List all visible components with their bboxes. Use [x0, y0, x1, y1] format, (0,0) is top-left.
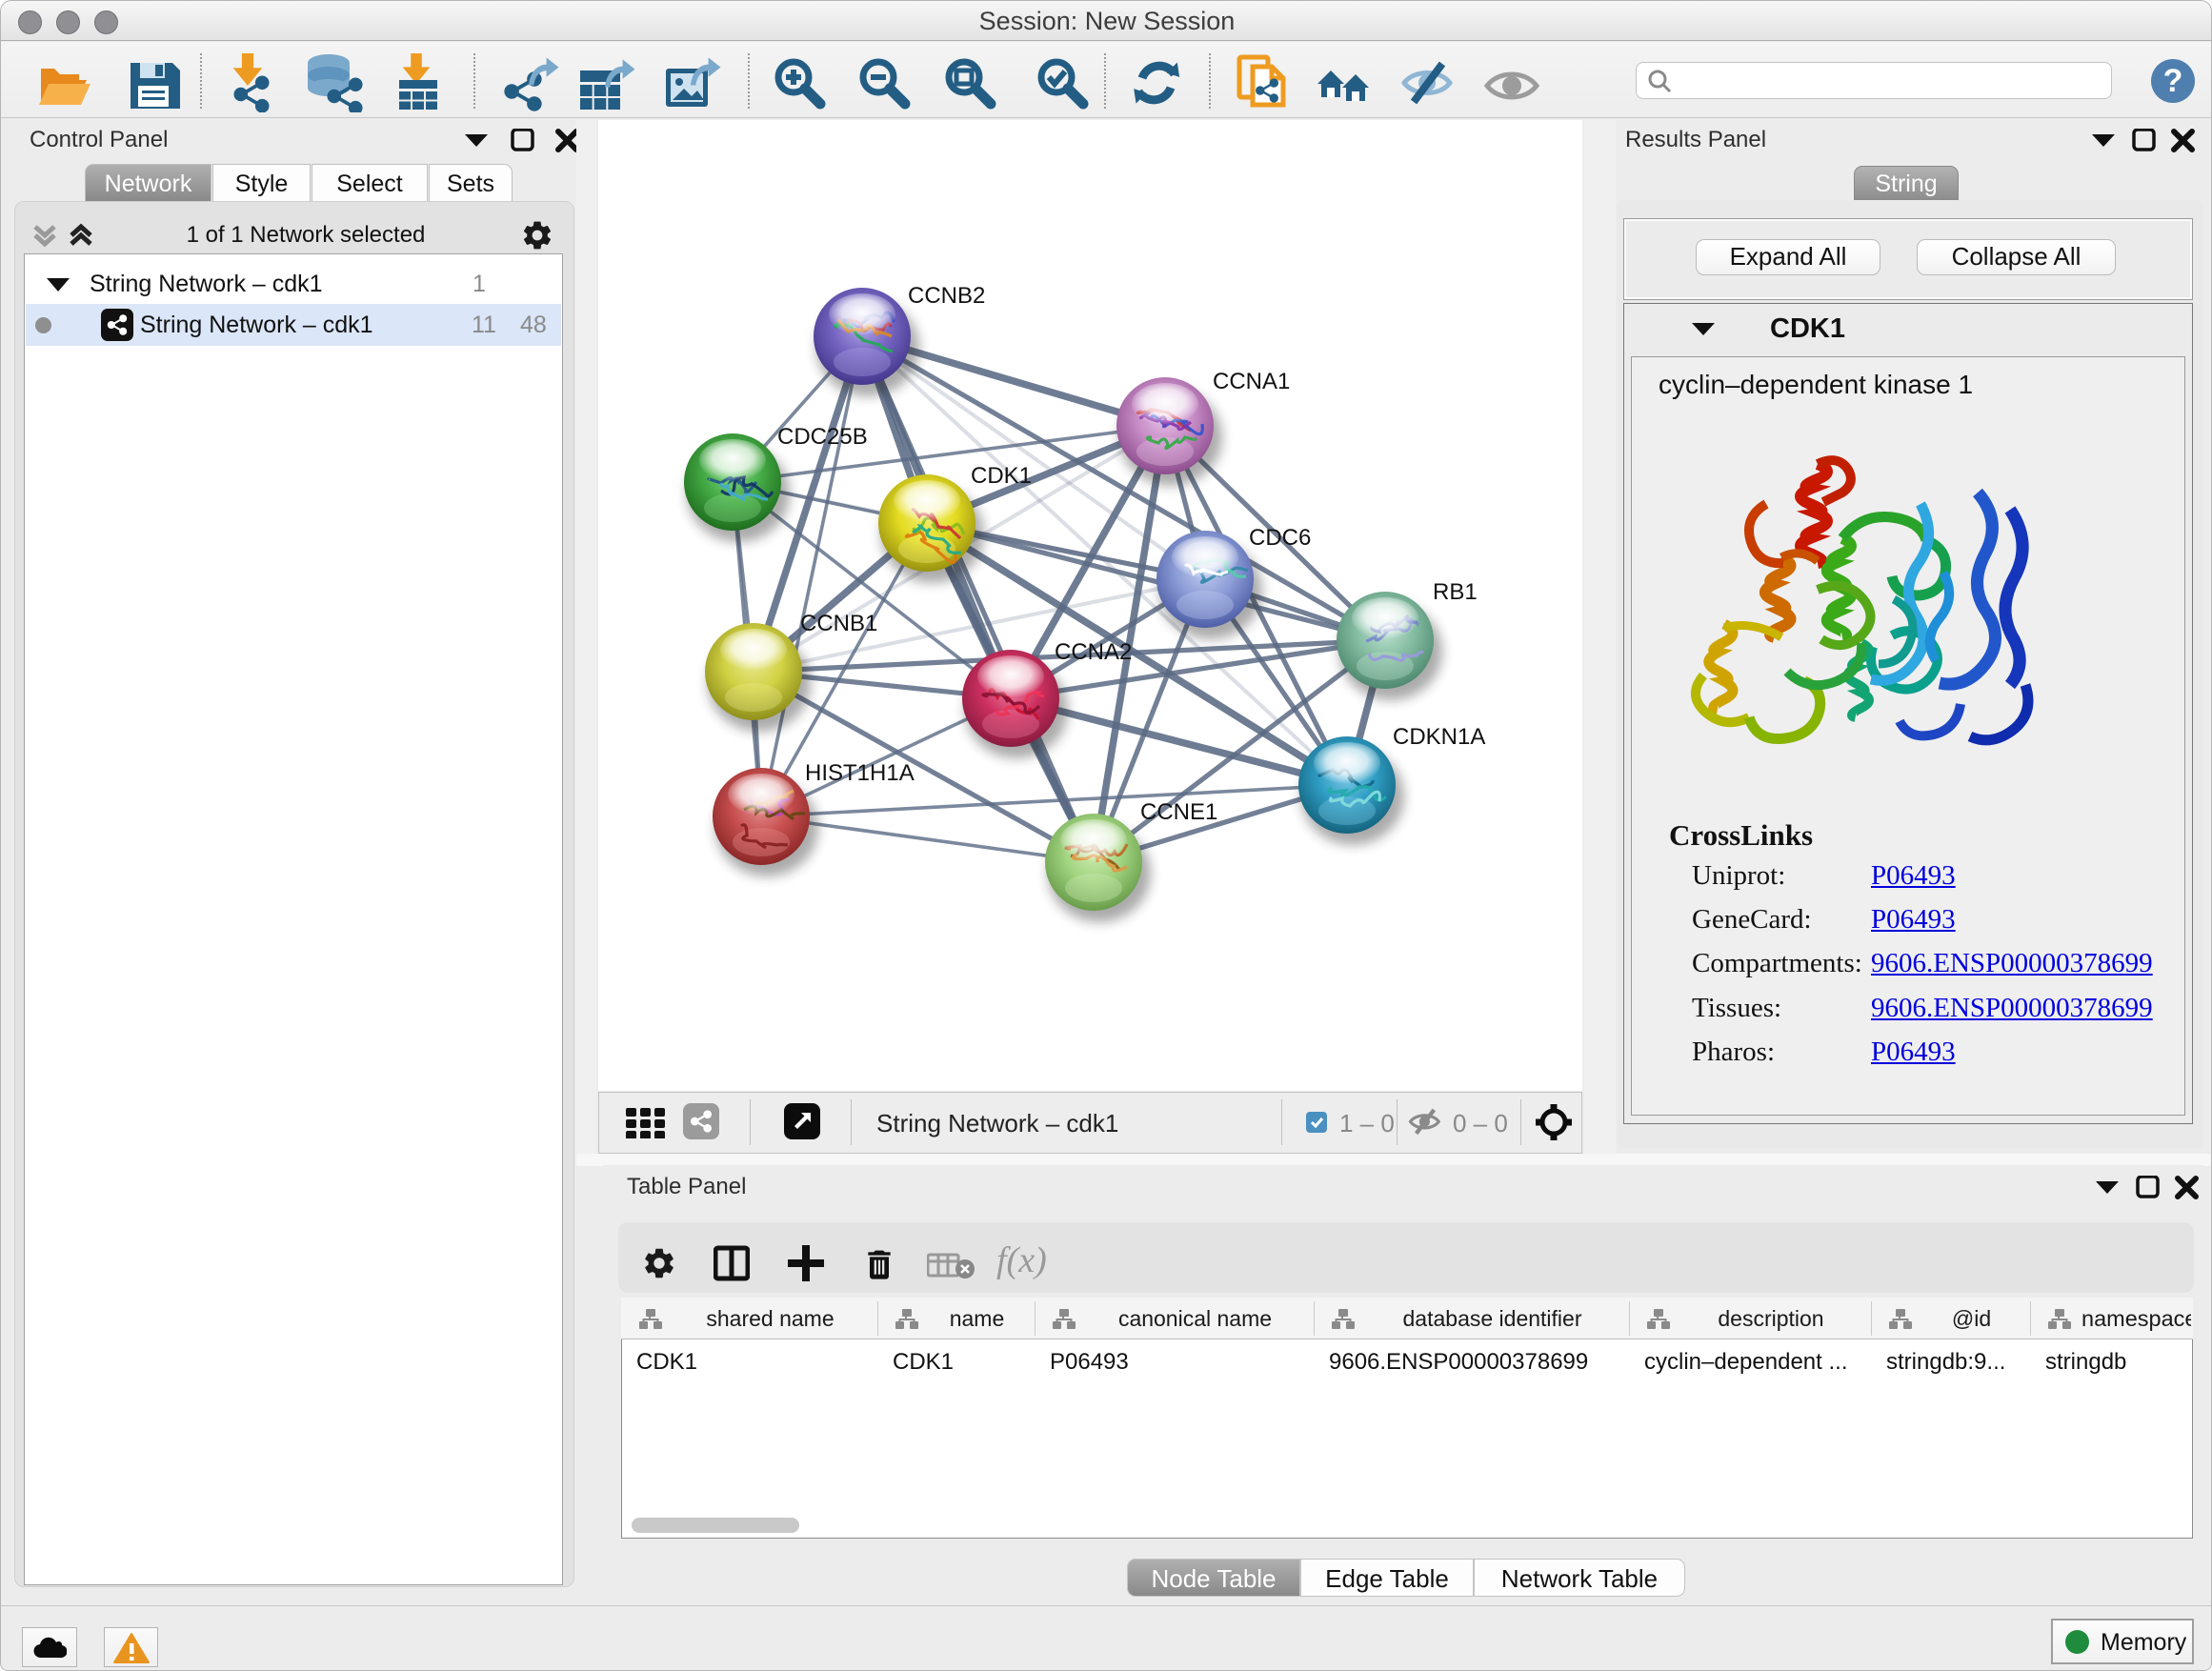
- svg-text:CDC25B: CDC25B: [777, 424, 868, 450]
- svg-text:CCNA2: CCNA2: [1055, 639, 1132, 665]
- svg-text:CCNB2: CCNB2: [908, 283, 985, 309]
- svg-text:HIST1H1A: HIST1H1A: [805, 760, 915, 786]
- svg-text:CDK1: CDK1: [971, 463, 1032, 489]
- svg-text:CDKN1A: CDKN1A: [1393, 724, 1485, 750]
- svg-text:CCNB1: CCNB1: [800, 611, 877, 636]
- svg-text:RB1: RB1: [1433, 579, 1478, 605]
- svg-text:CCNA1: CCNA1: [1213, 369, 1290, 394]
- svg-text:CCNE1: CCNE1: [1140, 799, 1217, 825]
- svg-text:CDC6: CDC6: [1249, 525, 1311, 551]
